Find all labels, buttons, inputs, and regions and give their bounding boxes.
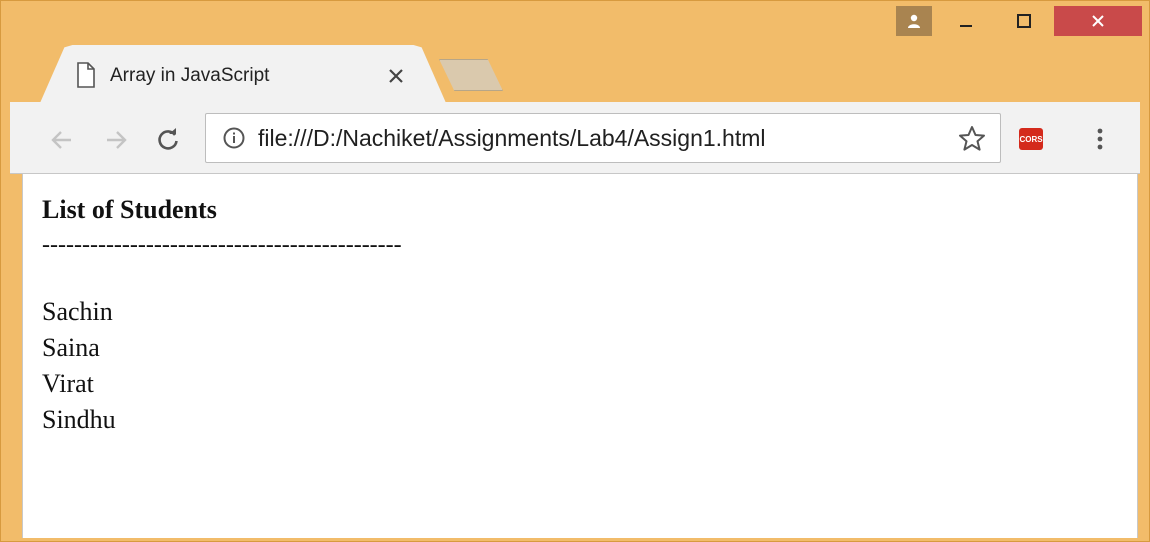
forward-button[interactable] [98, 122, 134, 158]
url-text[interactable]: file:///D:/Nachiket/Assignments/Lab4/Ass… [258, 117, 766, 159]
reload-button[interactable] [150, 122, 186, 158]
profile-button[interactable] [896, 6, 932, 36]
list-item: Saina [42, 333, 100, 362]
student-list: Sachin Saina Virat Sindhu [42, 294, 116, 438]
profile-icon [908, 14, 920, 28]
list-item: Virat [42, 369, 94, 398]
cors-extension-icon[interactable]: CORS [1019, 128, 1043, 150]
divider-line: ----------------------------------------… [42, 232, 402, 258]
maximize-icon [1017, 14, 1031, 28]
page-icon [77, 62, 95, 88]
page-heading: List of Students [42, 195, 217, 224]
minimize-button[interactable] [942, 6, 990, 36]
info-icon[interactable] [222, 126, 246, 150]
minimize-icon [960, 25, 972, 27]
list-item: Sindhu [42, 405, 116, 434]
close-icon[interactable] [384, 64, 408, 88]
tab-title: Array in JavaScript [110, 65, 270, 86]
list-item: Sachin [42, 297, 113, 326]
menu-icon[interactable] [1088, 124, 1112, 154]
maximize-button[interactable] [1000, 6, 1048, 36]
back-button[interactable] [44, 122, 80, 158]
star-icon[interactable] [957, 124, 987, 154]
forward-arrow-icon [107, 131, 127, 149]
close-window-icon [1092, 15, 1104, 27]
close-window-button[interactable] [1054, 6, 1142, 36]
reload-icon [158, 128, 178, 150]
back-arrow-icon [51, 131, 71, 149]
